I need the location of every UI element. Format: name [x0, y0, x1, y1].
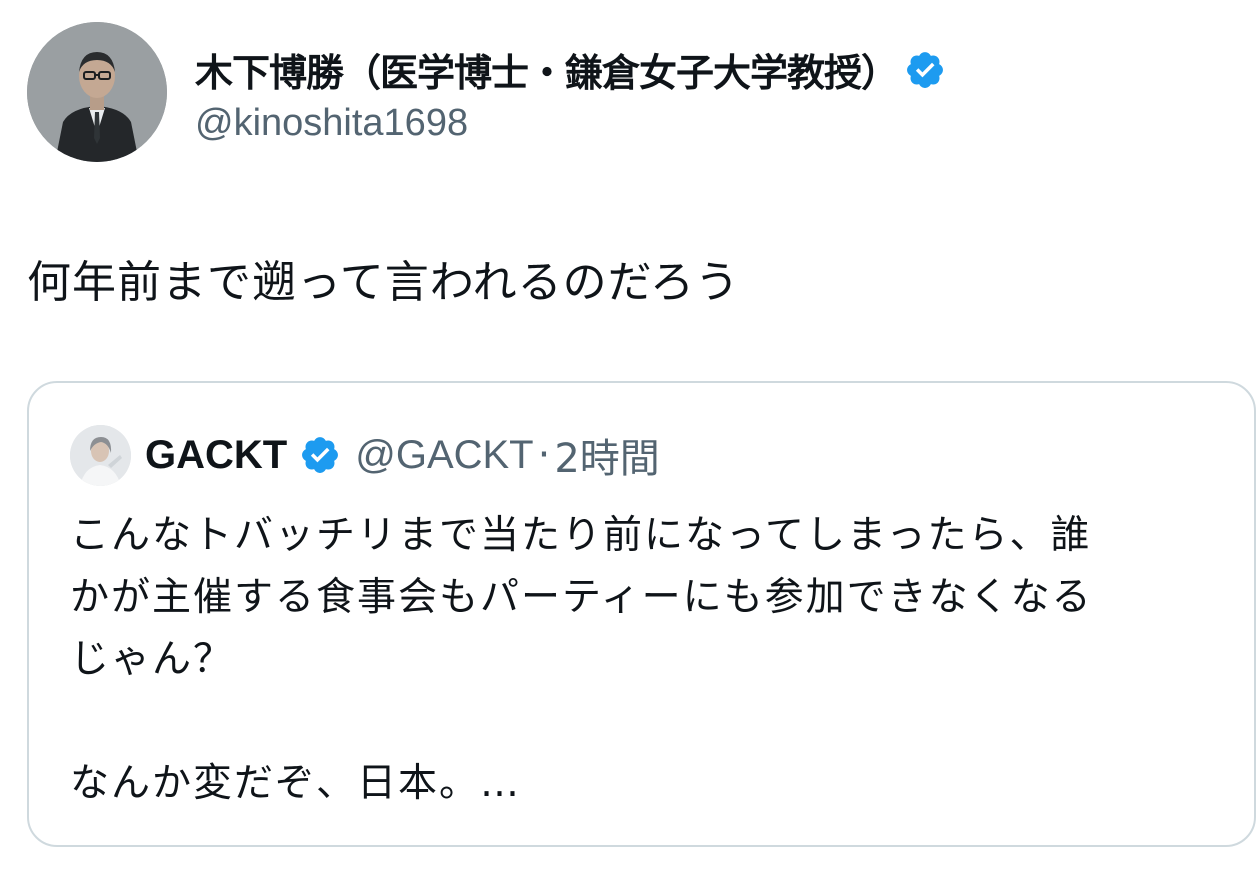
quoted-tweet-line: なんか変だぞ、日本。…	[70, 761, 522, 806]
author-handle[interactable]: @kinoshita1698	[195, 102, 946, 145]
quoted-tweet-blank-line	[70, 691, 1220, 753]
quoted-author-avatar-photo	[70, 424, 131, 486]
tweet-header: 木下博勝（医学博士・鎌倉女子大学教授） @kinoshita1698	[27, 22, 946, 162]
author-display-name[interactable]: 木下博勝（医学博士・鎌倉女子大学教授）	[195, 42, 899, 97]
quoted-tweet-header: GACKT @GACKT · 2時間	[70, 423, 660, 487]
quoted-tweet-card[interactable]: GACKT @GACKT · 2時間 こんなトバッチリまで当たり前になってしまっ…	[27, 381, 1256, 847]
quoted-author-display-name[interactable]: GACKT	[145, 433, 287, 478]
author-avatar[interactable]	[27, 22, 167, 162]
tweet-text: 何年前まで遡って言われるのだろう	[27, 257, 740, 308]
verified-badge-icon	[904, 49, 946, 91]
quoted-tweet-line: こんなトバッチリまで当たり前になってしまったら、誰	[70, 513, 1092, 558]
verified-badge-icon	[299, 434, 341, 476]
author-identity: 木下博勝（医学博士・鎌倉女子大学教授） @kinoshita1698	[195, 40, 946, 145]
quoted-author-avatar[interactable]	[70, 424, 131, 486]
quoted-tweet-text: こんなトバッチリまで当たり前になってしまったら、誰 かが主催する食事会もパーティ…	[70, 505, 1220, 815]
quoted-tweet-line: かが主催する食事会もパーティーにも参加できなくなる	[70, 575, 1093, 620]
quoted-author-handle[interactable]: @GACKT	[355, 433, 533, 478]
quoted-tweet-timestamp[interactable]: 2時間	[554, 426, 659, 484]
author-name-row: 木下博勝（医学博士・鎌倉女子大学教授）	[195, 40, 946, 100]
author-avatar-photo	[27, 22, 167, 162]
separator-dot: ·	[537, 432, 551, 478]
quoted-tweet-line: じゃん？	[70, 637, 235, 682]
